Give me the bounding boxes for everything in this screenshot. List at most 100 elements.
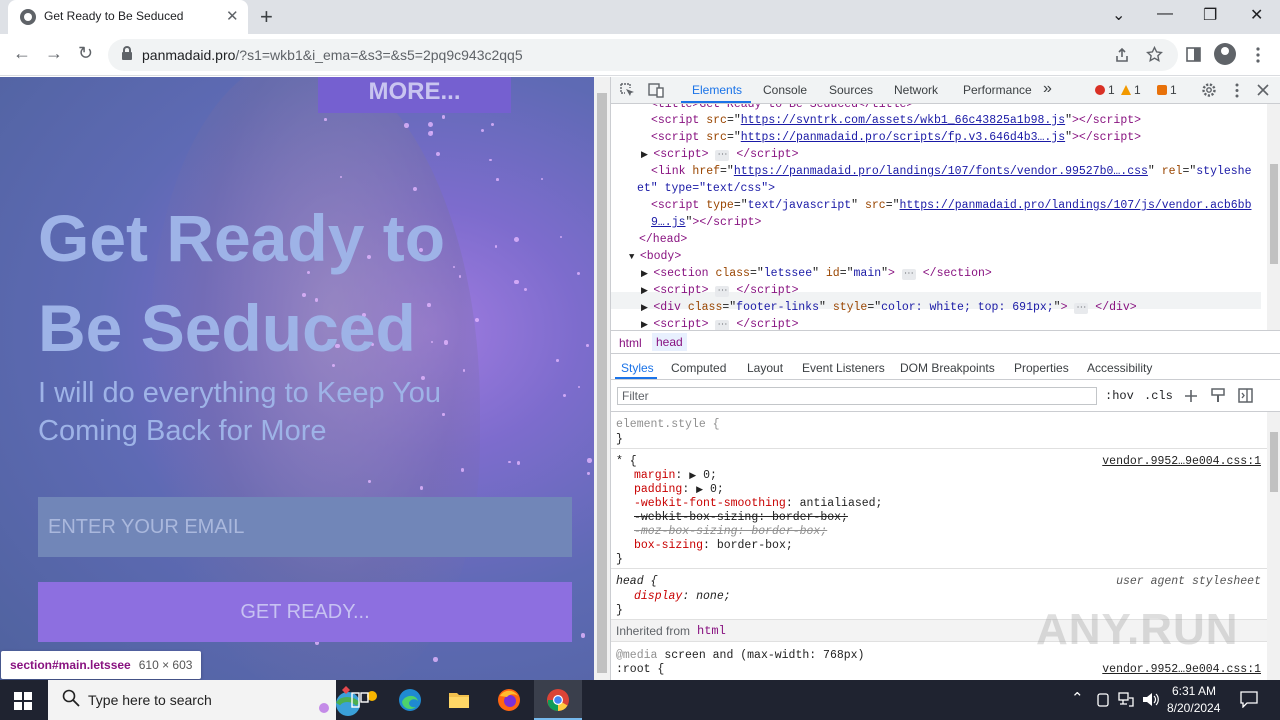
subtab-computed[interactable]: Computed [671,361,726,375]
star-icon[interactable] [1146,46,1163,63]
root-rule-source-link[interactable]: vendor.9952…9e004.css:1 [1102,663,1261,677]
firefox-icon[interactable] [485,680,533,720]
volume-icon[interactable] [1142,692,1159,707]
dom-line-script-4-cont[interactable]: 9….js"></script> [651,214,761,231]
taskbar-search-box[interactable]: Type here to search [48,680,377,720]
decl-webkit-box-sizing[interactable]: -webkit-box-sizing: border-box; [634,511,848,525]
decl-box-sizing[interactable]: box-sizing: border-box; [634,539,793,553]
tab-network[interactable]: Network [894,83,938,97]
dom-scrollbar-thumb[interactable] [1270,164,1278,264]
root-selector[interactable]: :root { [616,663,664,677]
notification-center-icon[interactable] [1240,691,1258,708]
tab-sources[interactable]: Sources [829,83,873,97]
subtab-event-listeners[interactable]: Event Listeners [802,361,885,375]
page-scrollbar[interactable] [594,77,610,680]
profile-icon[interactable] [1214,43,1236,65]
close-tab-icon[interactable]: ✕ [226,7,239,25]
edge-icon[interactable] [386,680,434,720]
lock-icon[interactable] [122,46,132,60]
close-devtools-icon[interactable] [1257,84,1269,96]
dom-line-script-2[interactable]: <script src="https://panmadaid.pro/scrip… [651,129,1141,146]
dom-scrollbar[interactable] [1267,104,1280,330]
chrome-icon[interactable] [534,680,582,720]
decl-moz-box-sizing[interactable]: -moz-box-sizing: border-box; [634,525,827,539]
more-button[interactable]: MORE... [318,77,511,113]
clock-time[interactable]: 6:31 AM [1172,684,1216,698]
issues-count-badge[interactable]: 1 [1157,83,1177,97]
toggle-sidebar-icon[interactable] [1238,388,1253,403]
dom-line-head-close[interactable]: </head> [639,231,687,248]
task-view-icon[interactable] [336,680,384,720]
class-toggle[interactable]: .cls [1144,389,1173,403]
tab-console[interactable]: Console [763,83,807,97]
dom-line-footer[interactable]: ▶ <div class="footer-links" style="color… [641,299,1137,317]
restore-button[interactable]: ❐ [1203,5,1217,25]
decl-padding[interactable]: padding: ▶ 0; [634,483,724,497]
decl-font-smoothing[interactable]: -webkit-font-smoothing: antialiased; [634,497,882,511]
inspect-element-icon[interactable] [620,83,635,98]
subtab-accessibility[interactable]: Accessibility [1087,361,1152,375]
sidebar-icon[interactable] [1186,47,1201,62]
clock-date[interactable]: 8/20/2024 [1167,701,1220,715]
dom-tree[interactable]: <title>Get Ready to Be Seduced</title> <… [611,104,1267,330]
dom-line-script-6[interactable]: ▶ <script> ⋯ </script> [641,316,798,330]
share-icon[interactable] [1114,47,1130,63]
tab-performance[interactable]: Performance [963,83,1032,97]
browser-tab[interactable]: Get Ready to Be Seduced ✕ [8,0,248,34]
subtab-dom-breakpoints[interactable]: DOM Breakpoints [900,361,995,375]
breadcrumb-head[interactable]: head [652,333,687,351]
device-toolbar-icon[interactable] [648,83,664,98]
styles-scrollbar[interactable] [1267,412,1280,680]
hover-state-toggle[interactable]: :hov [1105,389,1134,403]
minimize-button[interactable]: — [1157,5,1173,23]
dom-line-body[interactable]: ▼ <body> [629,248,681,266]
decl-display[interactable]: display: none; [634,590,731,604]
page-scrollbar-thumb[interactable] [597,93,607,673]
decl-margin[interactable]: margin: ▶ 0; [634,469,717,483]
forward-button[interactable]: → [45,43,63,64]
devtools-menu-icon[interactable] [1235,83,1239,98]
reload-button[interactable]: ↻ [78,43,93,64]
dom-line-script-3[interactable]: ▶ <script> ⋯ </script> [641,146,798,164]
breadcrumb-html[interactable]: html [619,336,642,350]
styles-filter-input[interactable] [617,387,1097,405]
subtab-styles[interactable]: Styles [621,361,654,375]
universal-selector[interactable]: * { [616,455,637,469]
tab-search-icon[interactable]: ⌄ [1112,5,1125,25]
paint-format-icon[interactable] [1211,388,1225,403]
close-window-button[interactable]: ✕ [1250,5,1263,25]
get-ready-button[interactable]: GET READY... [38,582,572,642]
new-style-rule-icon[interactable] [1184,389,1198,403]
inherited-html-link[interactable]: html [697,624,726,638]
subtab-properties[interactable]: Properties [1014,361,1069,375]
warning-count-badge[interactable]: 1 [1121,83,1141,97]
error-count-badge[interactable]: 1 [1095,83,1115,97]
menu-icon[interactable] [1256,47,1260,63]
dom-line-link-cont[interactable]: et" type="text/css"> [637,180,775,197]
universal-rule-source-link[interactable]: vendor.9952…9e004.css:1 [1102,455,1261,469]
network-icon[interactable] [1118,692,1134,707]
dom-line-script-4[interactable]: <script type="text/javascript" src="http… [651,197,1251,214]
element-style-selector[interactable]: element.style { [616,418,720,432]
dom-line-link[interactable]: <link href="https://panmadaid.pro/landin… [651,163,1251,180]
dom-line-script-5[interactable]: ▶ <script> ⋯ </script> [641,282,798,300]
more-tabs-icon[interactable]: » [1043,80,1052,98]
back-button[interactable]: ← [13,43,31,64]
windows-start-icon[interactable] [14,692,32,710]
media-query[interactable]: @media screen and (max-width: 768px) [616,649,864,663]
subtab-layout[interactable]: Layout [747,361,783,375]
head-selector[interactable]: head { [616,575,657,589]
tab-elements[interactable]: Elements [692,83,742,97]
settings-gear-icon[interactable] [1201,82,1217,98]
styles-scrollbar-thumb[interactable] [1270,432,1278,492]
address-bar[interactable]: panmadaid.pro/?s1=wkb1&i_ema=&s3=&s5=2pq… [108,39,1178,71]
tray-device-icon[interactable] [1096,693,1110,707]
file-explorer-icon[interactable] [435,680,483,720]
dom-line-section[interactable]: ▶ <section class="letssee" id="main"> ⋯ … [641,265,992,283]
url-text[interactable]: panmadaid.pro/?s1=wkb1&i_ema=&s3=&s5=2pq… [142,47,523,63]
sparkle-dot [324,118,327,121]
email-field[interactable] [38,497,572,557]
new-tab-button[interactable]: + [260,4,273,30]
tray-overflow-chevron-icon[interactable]: ⌃ [1071,689,1084,707]
dom-line-script-1[interactable]: <script src="https://svntrk.com/assets/w… [651,112,1141,129]
